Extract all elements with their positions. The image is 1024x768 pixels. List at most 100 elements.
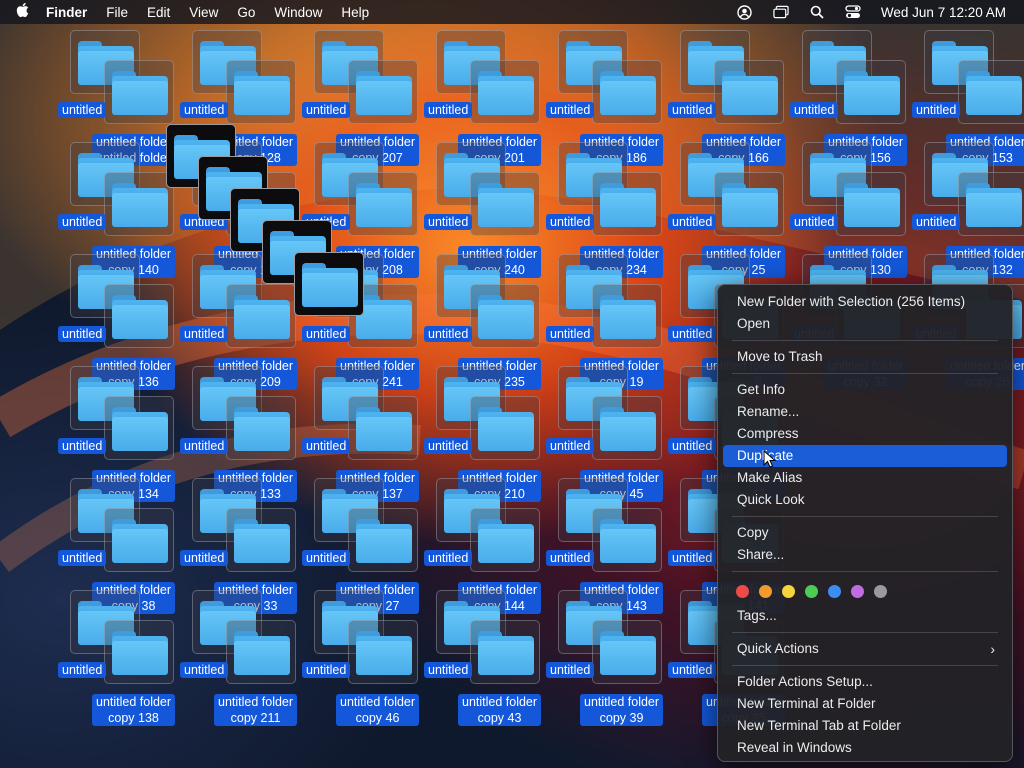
folder-name-label[interactable]: untitled xyxy=(58,438,107,454)
menu-item-reveal-in-windows[interactable]: Reveal in Windows xyxy=(723,737,1007,759)
menu-help[interactable]: Help xyxy=(341,5,369,20)
menu-item-compress[interactable]: Compress xyxy=(723,423,1007,445)
desktop-folder[interactable] xyxy=(104,508,174,572)
desktop-folder[interactable] xyxy=(348,620,418,684)
folder-name-label[interactable]: untitled xyxy=(668,214,717,230)
folder-name-label[interactable]: untitled xyxy=(302,550,351,566)
menu-item-new-folder-with-selection[interactable]: New Folder with Selection (256 Items) xyxy=(723,291,1007,313)
desktop-folder[interactable] xyxy=(226,284,296,348)
folder-name-label[interactable]: untitled xyxy=(668,326,717,342)
desktop-folder[interactable] xyxy=(294,252,364,316)
folder-name-label[interactable]: untitled xyxy=(58,102,107,118)
desktop-folder[interactable] xyxy=(470,60,540,124)
folder-name-label[interactable]: untitled xyxy=(790,102,839,118)
folder-name-label[interactable]: untitled xyxy=(424,550,473,566)
folder-name-label[interactable]: untitled xyxy=(546,214,595,230)
menu-item-get-info[interactable]: Get Info xyxy=(723,379,1007,401)
desktop-folder[interactable] xyxy=(470,172,540,236)
menu-item-share[interactable]: Share... xyxy=(723,544,1007,566)
desktop-folder[interactable] xyxy=(348,60,418,124)
desktop-folder[interactable] xyxy=(592,284,662,348)
desktop-folder[interactable] xyxy=(470,396,540,460)
folder-name-label[interactable]: untitled folder copy 46 xyxy=(336,694,420,726)
folder-name-label[interactable]: untitled xyxy=(668,550,717,566)
desktop-folder[interactable] xyxy=(104,396,174,460)
desktop-folder[interactable] xyxy=(592,172,662,236)
folder-name-label[interactable]: untitled xyxy=(58,214,107,230)
folder-name-label[interactable]: untitled xyxy=(302,662,351,678)
desktop-folder[interactable] xyxy=(226,60,296,124)
folder-name-label[interactable]: untitled folder copy 211 xyxy=(214,694,298,726)
tag-color-dot[interactable] xyxy=(782,584,795,598)
menu-item-quick-actions[interactable]: Quick Actions › xyxy=(723,638,1007,660)
folder-name-label[interactable]: untitled xyxy=(302,326,351,342)
tag-color-dot[interactable] xyxy=(736,584,749,598)
tag-color-dot[interactable] xyxy=(874,584,887,598)
desktop-folder[interactable] xyxy=(226,396,296,460)
desktop-folder[interactable] xyxy=(836,60,906,124)
desktop-folder[interactable] xyxy=(104,60,174,124)
tag-color-dot[interactable] xyxy=(805,584,818,598)
menu-app-name[interactable]: Finder xyxy=(46,5,87,20)
desktop-folder[interactable] xyxy=(104,620,174,684)
desktop-folder[interactable] xyxy=(592,396,662,460)
folder-name-label[interactable]: untitled xyxy=(424,102,473,118)
folder-name-label[interactable]: untitled folder copy 43 xyxy=(458,694,542,726)
menu-item-folder-actions-setup[interactable]: Folder Actions Setup... xyxy=(723,671,1007,693)
apple-menu-icon[interactable] xyxy=(12,2,34,22)
tag-color-dot[interactable] xyxy=(851,584,864,598)
folder-name-label[interactable]: untitled xyxy=(302,102,351,118)
folder-name-label[interactable]: untitled xyxy=(180,662,229,678)
control-center-icon[interactable] xyxy=(845,5,861,19)
folder-name-label[interactable]: untitled xyxy=(668,662,717,678)
folder-name-label[interactable]: untitled folder copy 39 xyxy=(580,694,664,726)
desktop-folder[interactable] xyxy=(592,508,662,572)
folder-name-label[interactable]: untitled xyxy=(58,550,107,566)
folder-name-label[interactable]: untitled xyxy=(668,102,717,118)
desktop-folder[interactable] xyxy=(226,620,296,684)
menu-item-new-terminal-tab-at-folder[interactable]: New Terminal Tab at Folder xyxy=(723,715,1007,737)
folder-name-label[interactable]: untitled xyxy=(180,550,229,566)
folder-name-label[interactable]: untitled xyxy=(546,550,595,566)
folder-name-label[interactable]: untitled xyxy=(180,326,229,342)
menu-edit[interactable]: Edit xyxy=(147,5,170,20)
menu-go[interactable]: Go xyxy=(237,5,255,20)
folder-name-label[interactable]: untitled folder copy 138 xyxy=(92,694,176,726)
folder-name-label[interactable]: untitled xyxy=(424,662,473,678)
tag-color-dot[interactable] xyxy=(828,584,841,598)
folder-name-label[interactable]: untitled xyxy=(546,326,595,342)
desktop-folder[interactable] xyxy=(592,60,662,124)
folder-name-label[interactable]: untitled xyxy=(58,662,107,678)
menu-item-new-terminal-at-folder[interactable]: New Terminal at Folder xyxy=(723,693,1007,715)
menu-item-quick-look[interactable]: Quick Look xyxy=(723,489,1007,511)
desktop-folder[interactable] xyxy=(470,284,540,348)
menu-window[interactable]: Window xyxy=(274,5,322,20)
desktop-folder[interactable] xyxy=(226,508,296,572)
menu-item-make-alias[interactable]: Make Alias xyxy=(723,467,1007,489)
menu-item-open[interactable]: Open xyxy=(723,313,1007,335)
folder-name-label[interactable]: untitled xyxy=(424,438,473,454)
folder-name-label[interactable]: untitled xyxy=(546,438,595,454)
folder-name-label[interactable]: untitled xyxy=(424,214,473,230)
tag-color-dot[interactable] xyxy=(759,584,772,598)
desktop-folder[interactable] xyxy=(104,284,174,348)
desktop-folder[interactable] xyxy=(470,620,540,684)
folder-name-label[interactable]: untitled xyxy=(58,326,107,342)
desktop-folder[interactable] xyxy=(836,172,906,236)
desktop-folder[interactable] xyxy=(714,60,784,124)
folder-name-label[interactable]: untitled xyxy=(180,102,229,118)
search-icon[interactable] xyxy=(809,5,825,19)
folder-name-label[interactable]: untitled xyxy=(790,214,839,230)
desktop-folder[interactable] xyxy=(958,60,1024,124)
menu-clock[interactable]: Wed Jun 7 12:20 AM xyxy=(881,5,1006,20)
menu-view[interactable]: View xyxy=(189,5,218,20)
desktop-folder[interactable] xyxy=(348,172,418,236)
desktop-folder[interactable] xyxy=(958,172,1024,236)
folder-name-label[interactable]: untitled xyxy=(180,438,229,454)
folder-name-label[interactable]: untitled xyxy=(546,662,595,678)
desktop-folder[interactable] xyxy=(348,508,418,572)
folder-name-label[interactable]: untitled xyxy=(912,102,961,118)
folder-name-label[interactable]: untitled xyxy=(668,438,717,454)
user-icon[interactable] xyxy=(737,4,753,20)
menu-item-move-to-trash[interactable]: Move to Trash xyxy=(723,346,1007,368)
